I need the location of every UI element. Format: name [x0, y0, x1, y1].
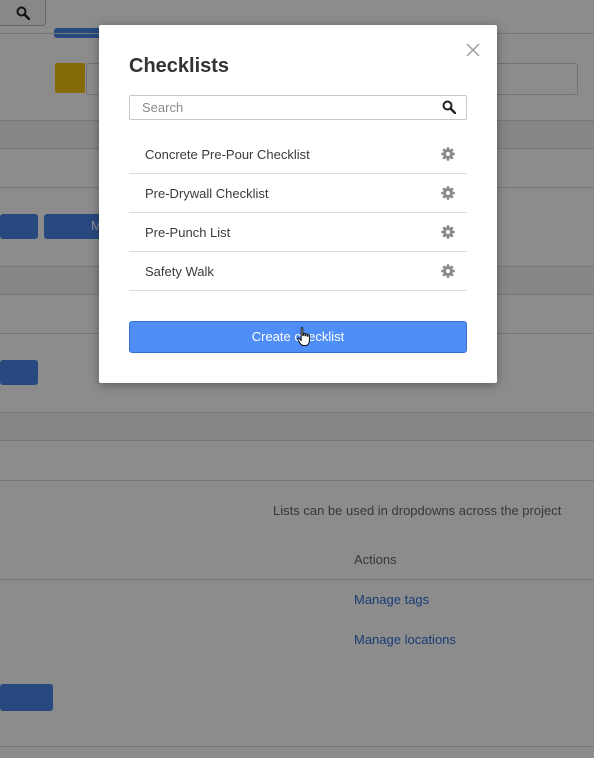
checklist-item[interactable]: Pre-Punch List [129, 213, 467, 252]
checklist-settings-button[interactable] [441, 225, 455, 239]
gear-icon [441, 186, 455, 200]
checklist-settings-button[interactable] [441, 147, 455, 161]
gear-icon [441, 264, 455, 278]
search-icon [442, 100, 457, 115]
checklist-settings-button[interactable] [441, 186, 455, 200]
checklist-item[interactable]: Safety Walk [129, 252, 467, 291]
checklist-item-label: Pre-Punch List [145, 225, 231, 240]
checklist-item[interactable]: Pre-Drywall Checklist [129, 174, 467, 213]
checklist-list: Concrete Pre-Pour Checklist Pre-Drywall … [129, 135, 467, 291]
checklist-item-label: Safety Walk [145, 264, 214, 279]
gear-icon [441, 225, 455, 239]
checklist-settings-button[interactable] [441, 264, 455, 278]
checklist-item-label: Pre-Drywall Checklist [145, 186, 269, 201]
close-button[interactable] [465, 42, 481, 58]
search-button[interactable] [442, 100, 457, 115]
checklists-modal: Checklists Concrete Pre-Pour Checklist [99, 25, 497, 383]
create-checklist-button[interactable]: Create checklist [129, 321, 467, 353]
search-input[interactable] [130, 96, 430, 119]
modal-title: Checklists [129, 55, 230, 77]
checklist-search [129, 95, 467, 120]
checklist-item-label: Concrete Pre-Pour Checklist [145, 147, 310, 162]
close-icon [466, 43, 480, 57]
checklist-item[interactable]: Concrete Pre-Pour Checklist [129, 135, 467, 174]
gear-icon [441, 147, 455, 161]
